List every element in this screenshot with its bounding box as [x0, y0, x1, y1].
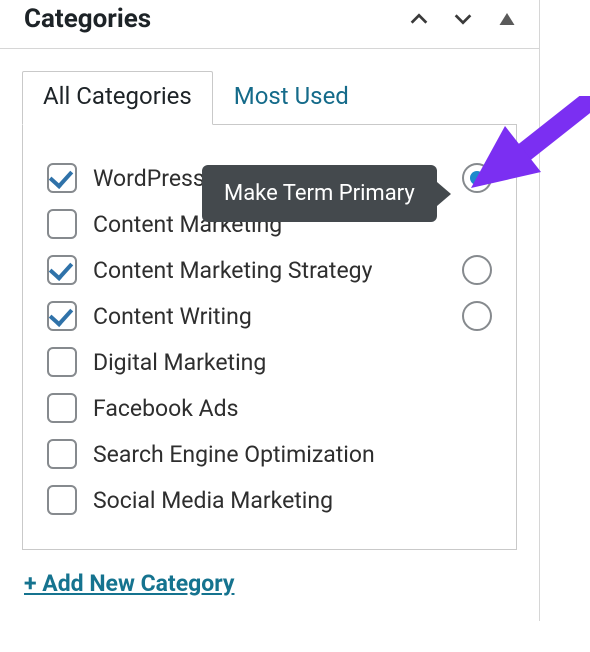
category-row: Digital Marketing	[47, 339, 492, 385]
category-checkbox[interactable]	[47, 255, 77, 285]
primary-term-radio[interactable]	[462, 301, 492, 331]
categories-panel: Categories All Categories Most Used Word…	[0, 0, 540, 621]
tab-all-categories[interactable]: All Categories	[22, 71, 213, 125]
panel-header: Categories	[0, 0, 539, 49]
category-checkbox[interactable]	[47, 393, 77, 423]
category-row: Search Engine Optimization	[47, 431, 492, 477]
category-label: WordPress	[93, 165, 205, 192]
tab-most-used[interactable]: Most Used	[213, 71, 370, 125]
category-row: Facebook Ads	[47, 385, 492, 431]
category-row-left: Content Marketing	[47, 209, 282, 239]
category-row: WordPress	[47, 155, 492, 201]
category-label: Digital Marketing	[93, 349, 266, 376]
category-row: Content Marketing Strategy	[47, 247, 492, 293]
category-row-left: Content Writing	[47, 301, 252, 331]
category-row-left: WordPress	[47, 163, 205, 193]
category-checkbox[interactable]	[47, 439, 77, 469]
category-row-left: Digital Marketing	[47, 347, 266, 377]
category-label: Content Marketing	[93, 211, 282, 238]
category-checkbox[interactable]	[47, 163, 77, 193]
category-checkbox[interactable]	[47, 209, 77, 239]
category-checkbox[interactable]	[47, 347, 77, 377]
category-label: Facebook Ads	[93, 395, 238, 422]
category-row-left: Search Engine Optimization	[47, 439, 375, 469]
category-label: Social Media Marketing	[93, 487, 333, 514]
category-row: Social Media Marketing	[47, 477, 492, 523]
category-list: WordPress Content Marketing Content Market…	[47, 155, 492, 523]
panel-header-controls	[405, 5, 521, 33]
category-label: Search Engine Optimization	[93, 441, 375, 468]
category-row-left: Facebook Ads	[47, 393, 238, 423]
primary-term-radio[interactable]	[462, 163, 492, 193]
category-label: Content Marketing Strategy	[93, 257, 372, 284]
panel-title: Categories	[24, 4, 151, 34]
all-categories-panel: WordPress Content Marketing Content Market…	[22, 124, 517, 550]
collapse-panel-icon[interactable]	[493, 5, 521, 33]
category-row: Content Writing	[47, 293, 492, 339]
category-checkbox[interactable]	[47, 301, 77, 331]
category-row-left: Social Media Marketing	[47, 485, 333, 515]
panel-body: All Categories Most Used WordPress Conten…	[0, 49, 539, 621]
chevron-down-icon[interactable]	[449, 5, 477, 33]
category-row: Content Marketing	[47, 201, 492, 247]
add-new-category-link[interactable]: + Add New Category	[24, 570, 234, 597]
chevron-up-icon[interactable]	[405, 5, 433, 33]
category-tabs: All Categories Most Used	[22, 71, 517, 125]
category-checkbox[interactable]	[47, 485, 77, 515]
primary-term-radio[interactable]	[462, 255, 492, 285]
category-label: Content Writing	[93, 303, 252, 330]
category-row-left: Content Marketing Strategy	[47, 255, 372, 285]
